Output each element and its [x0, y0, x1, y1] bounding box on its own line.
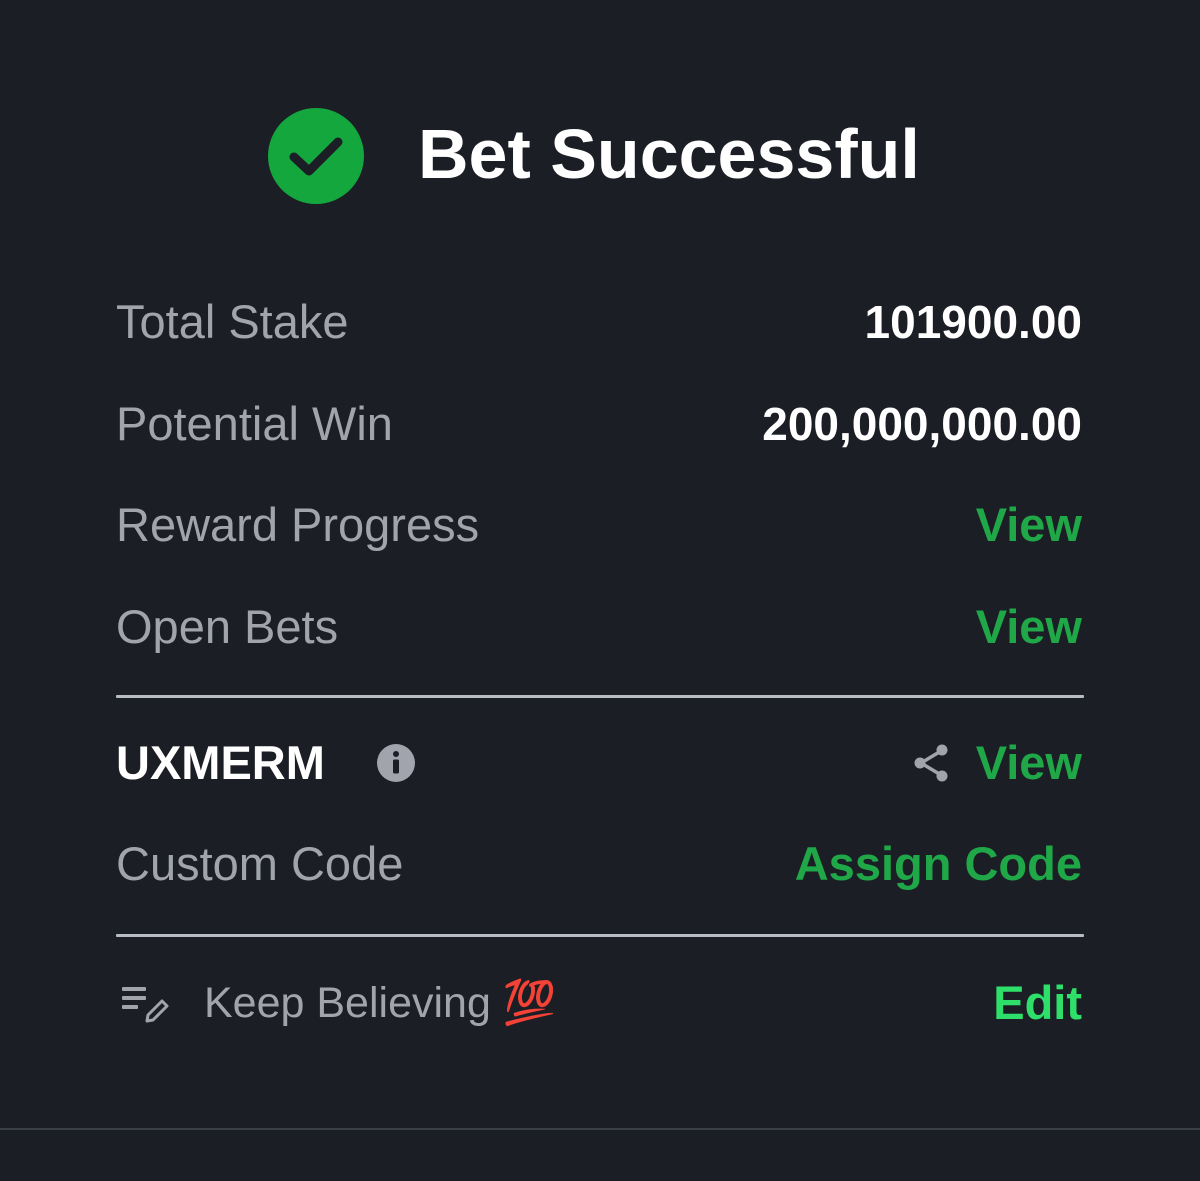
edit-note-link[interactable]: Edit	[993, 971, 1082, 1035]
note-text: Keep Believing 💯	[204, 979, 557, 1027]
reward-progress-view-link[interactable]: View	[976, 493, 1082, 557]
assign-code-link[interactable]: Assign Code	[795, 832, 1082, 896]
open-bets-row: Open Bets View	[116, 595, 1082, 659]
booking-code: UXMERM	[116, 736, 325, 789]
check-circle-icon	[268, 108, 364, 204]
custom-code-row: Custom Code Assign Code	[116, 832, 1082, 896]
booking-code-row: UXMERM View	[116, 731, 1082, 795]
total-stake-label: Total Stake	[116, 295, 349, 348]
potential-win-value: 200,000,000.00	[762, 398, 1082, 450]
potential-win-label: Potential Win	[116, 397, 393, 450]
total-stake-value: 101900.00	[864, 296, 1082, 348]
potential-win-row: Potential Win 200,000,000.00	[116, 392, 1082, 456]
success-header: Bet Successful	[0, 104, 1200, 204]
custom-code-label: Custom Code	[116, 837, 404, 890]
total-stake-row: Total Stake 101900.00	[116, 290, 1082, 354]
reward-progress-label: Reward Progress	[116, 498, 480, 551]
note-row: Keep Believing 💯 Edit	[116, 971, 1082, 1035]
divider	[116, 695, 1084, 698]
share-icon[interactable]	[912, 743, 952, 783]
booking-code-view-link[interactable]: View	[976, 731, 1082, 795]
open-bets-label: Open Bets	[116, 600, 339, 653]
info-icon[interactable]	[376, 743, 416, 783]
divider	[116, 934, 1084, 937]
open-bets-view-link[interactable]: View	[976, 595, 1082, 659]
bet-success-card: Bet Successful Total Stake 101900.00 Pot…	[0, 0, 1200, 1128]
notes-edit-icon	[122, 987, 169, 1023]
bottom-divider	[0, 1128, 1200, 1130]
page-title: Bet Successful	[418, 115, 920, 193]
reward-progress-row: Reward Progress View	[116, 493, 1082, 557]
